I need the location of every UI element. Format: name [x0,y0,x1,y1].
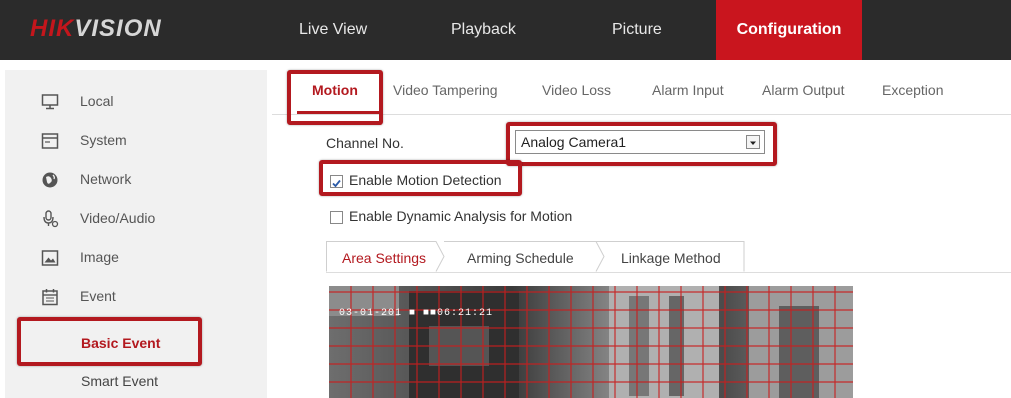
channel-select-value: Analog Camera1 [521,134,627,150]
sidebar-item-label: Network [80,171,132,187]
subtab-arming-schedule[interactable]: Arming Schedule [467,250,574,266]
tab-exception[interactable]: Exception [882,82,943,98]
subtab-area-settings[interactable]: Area Settings [342,250,426,266]
calendar-icon [42,289,58,306]
nav-live-view[interactable]: Live View [299,0,367,60]
sidebar-item-event[interactable]: Event [5,279,267,315]
hikvision-logo: HIKVISION [30,15,162,42]
sidebar-item-local[interactable]: Local [5,84,267,120]
tab-alarm-input[interactable]: Alarm Input [652,82,724,98]
enable-dynamic-analysis-label: Enable Dynamic Analysis for Motion [349,208,573,224]
nav-configuration[interactable]: Configuration [716,0,862,60]
video-timestamp: 03-01-201 ■ ■■06:21:21 [339,308,494,319]
tab-motion[interactable]: Motion [312,82,358,98]
sidebar-item-label: Local [80,93,114,109]
tab-alarm-output[interactable]: Alarm Output [762,82,844,98]
chevron-down-icon[interactable] [746,135,760,149]
tab-video-loss[interactable]: Video Loss [542,82,611,98]
sidebar-item-video-audio[interactable]: Video/Audio [5,201,267,237]
sidebar-item-label: Video/Audio [80,210,156,226]
sidebar-subitem-basic-event[interactable]: Basic Event [81,335,160,351]
sidebar-item-label: Image [80,249,119,265]
sidebar-item-image[interactable]: Image [5,240,267,276]
globe-icon [42,172,58,188]
subtab-linkage-method[interactable]: Linkage Method [621,250,721,266]
camera-image [329,286,853,398]
enable-motion-checkbox[interactable] [330,175,343,188]
enable-dynamic-analysis-checkbox[interactable] [330,211,343,224]
sidebar-item-system[interactable]: System [5,123,267,159]
tab-divider [272,114,1011,115]
nav-picture[interactable]: Picture [612,0,662,60]
active-tab-underline [297,111,379,114]
sidebar: Local System Network Video/Audio Image E… [5,70,267,398]
channel-label: Channel No. [326,135,404,151]
system-icon [41,133,59,149]
sidebar-item-network[interactable]: Network [5,162,267,198]
sidebar-subitem-smart-event[interactable]: Smart Event [81,373,158,389]
tab-video-tampering[interactable]: Video Tampering [393,82,498,98]
microphone-icon [43,210,59,228]
top-navigation-bar: HIKVISION Live View Playback Picture Con… [0,0,1011,60]
monitor-icon [41,94,59,110]
sidebar-item-label: System [80,132,127,148]
nav-playback[interactable]: Playback [451,0,516,60]
sidebar-item-label: Event [80,288,116,304]
image-icon [41,250,59,266]
camera-preview[interactable]: 03-01-201 ■ ■■06:21:21 [329,286,853,398]
channel-select[interactable]: Analog Camera1 [515,130,765,154]
enable-motion-label: Enable Motion Detection [349,172,502,188]
